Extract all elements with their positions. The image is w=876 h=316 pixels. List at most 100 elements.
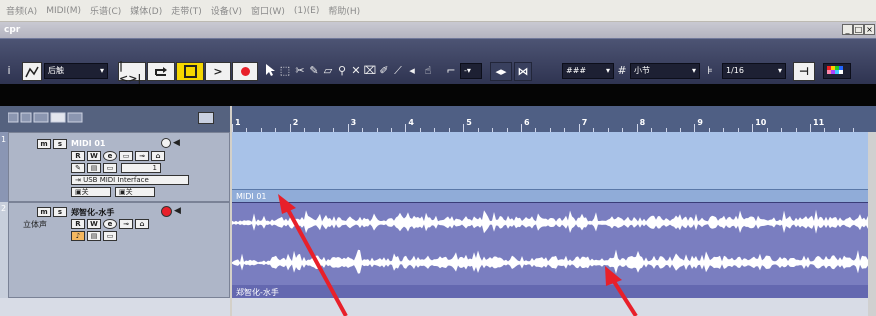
track-1-device-icon[interactable]: ▭ bbox=[103, 163, 117, 173]
menu-media[interactable]: 媒体(D) bbox=[130, 4, 162, 17]
track-2-lock-icon[interactable]: ♪ bbox=[71, 231, 85, 241]
waveform-channel bbox=[232, 209, 868, 234]
close-button[interactable]: × bbox=[864, 24, 875, 35]
split-icon[interactable]: ✂ bbox=[293, 63, 307, 79]
menu-bar: 音频(A) MIDI(M) 乐谱(C) 媒体(D) 走带(T) 设备(V) 窗口… bbox=[0, 0, 876, 22]
track-2-name[interactable]: 郑智化-水手 bbox=[71, 207, 114, 218]
audio-waveform bbox=[232, 209, 868, 274]
audio-part-label: 郑智化-水手 bbox=[236, 288, 279, 297]
track-1-pencil-icon[interactable]: ✎ bbox=[71, 163, 85, 173]
range-select-icon[interactable]: ⬚ bbox=[278, 63, 292, 79]
track-1-lane-icon[interactable]: ⊸ bbox=[135, 151, 149, 161]
window-title-bar: cpr _ □ × bbox=[0, 22, 876, 38]
snap-zero-icon[interactable]: ⋈ bbox=[514, 62, 532, 81]
nudge-select[interactable]: -▾ bbox=[460, 63, 482, 79]
track-2-record-enable-icon[interactable] bbox=[161, 206, 172, 217]
track-2-mute-button[interactable]: m bbox=[37, 207, 51, 217]
menu-transport[interactable]: 走带(T) bbox=[171, 4, 202, 17]
track-1-panel[interactable]: m s MIDI 01 ◀ R W e ▭ ⊸ ⌂ ✎ ▤ ▭ 1 ⇥ USB … bbox=[8, 132, 230, 202]
ruler-bar-label: 11 bbox=[813, 118, 825, 127]
track-1-channel-field[interactable]: 1 bbox=[121, 163, 161, 173]
mute-tool-icon[interactable]: ✕ bbox=[349, 63, 363, 79]
ruler-tick bbox=[405, 124, 407, 132]
ruler-tick bbox=[694, 124, 696, 132]
automation-icon[interactable] bbox=[22, 62, 42, 81]
track-2-edit-icon[interactable]: e bbox=[103, 219, 117, 229]
step-icon[interactable]: ⌐ bbox=[444, 63, 458, 79]
ruler-tick bbox=[232, 124, 233, 132]
erase-icon[interactable]: ▱ bbox=[321, 63, 335, 79]
info-icon[interactable]: i bbox=[2, 63, 16, 79]
track-2-solo-button[interactable]: s bbox=[53, 207, 67, 217]
track-2-device-icon[interactable]: ▭ bbox=[103, 231, 117, 241]
ruler-bar-label: 3 bbox=[350, 118, 357, 127]
cycle-icon[interactable] bbox=[147, 62, 175, 81]
menu-help[interactable]: 帮助(H) bbox=[328, 4, 360, 17]
go-to-start-button[interactable]: |<>| bbox=[118, 59, 146, 85]
track-filter-icons[interactable] bbox=[7, 112, 88, 124]
track-1-record-enable-icon[interactable] bbox=[161, 138, 171, 148]
ruler-tick bbox=[463, 124, 465, 132]
menu-extra[interactable]: (1)(E) bbox=[294, 6, 319, 16]
color-select[interactable] bbox=[823, 63, 851, 79]
track-1-read-icon[interactable]: R bbox=[71, 151, 85, 161]
snap-icon[interactable]: ◂▸ bbox=[490, 62, 512, 81]
line-icon[interactable]: ⟋ bbox=[391, 63, 405, 79]
ruler-tick bbox=[752, 124, 754, 132]
empty-event-area[interactable] bbox=[232, 298, 876, 316]
track-2-folder-icon[interactable]: ▤ bbox=[87, 231, 101, 241]
hand-icon[interactable]: ☝ bbox=[421, 63, 435, 79]
track-1-inserts-icon[interactable]: ⌂ bbox=[151, 151, 165, 161]
track-list-toggle-icon[interactable] bbox=[198, 112, 214, 124]
track-1-write-icon[interactable]: W bbox=[87, 151, 101, 161]
event-display[interactable]: MIDI 01 郑智化-水手 bbox=[232, 132, 876, 316]
audio-part[interactable]: 郑智化-水手 bbox=[232, 202, 868, 299]
track-1-solo-button[interactable]: s bbox=[53, 139, 67, 149]
track-1-output-select[interactable]: ⇥ USB MIDI Interface bbox=[71, 175, 189, 185]
record-button[interactable] bbox=[232, 62, 258, 81]
track-list: 1 m s MIDI 01 ◀ R W e ▭ ⊸ ⌂ ✎ ▤ ▭ 1 ⇥ US… bbox=[0, 132, 230, 316]
track-1-drum-map-icon[interactable]: ▭ bbox=[119, 151, 133, 161]
glue-icon[interactable]: ✎ bbox=[307, 63, 321, 79]
track-1-name[interactable]: MIDI 01 bbox=[71, 139, 105, 148]
track-2-monitor-icon[interactable]: ◀ bbox=[174, 206, 181, 216]
zoom-icon[interactable]: ⚲ bbox=[335, 63, 349, 79]
menu-score[interactable]: 乐谱(C) bbox=[90, 4, 121, 17]
midi-part[interactable]: MIDI 01 bbox=[232, 132, 868, 203]
ruler-bar-label: 6 bbox=[524, 118, 530, 127]
track-2-lane-icon[interactable]: ⊸ bbox=[119, 219, 133, 229]
track-1-insert-a-select[interactable]: ▣关 bbox=[71, 187, 111, 197]
menu-audio[interactable]: 音频(A) bbox=[6, 4, 37, 17]
track-1-mute-button[interactable]: m bbox=[37, 139, 51, 149]
ruler-tick bbox=[636, 124, 638, 132]
stop-button[interactable] bbox=[176, 62, 204, 81]
track-1-insert-b-select[interactable]: ▣关 bbox=[115, 187, 155, 197]
draw-icon[interactable]: ✐ bbox=[377, 63, 391, 79]
track-1-monitor-icon[interactable]: ◀ bbox=[173, 138, 180, 148]
midi-part-label: MIDI 01 bbox=[236, 192, 267, 201]
track-2-write-icon[interactable]: W bbox=[87, 219, 101, 229]
play-button[interactable]: > bbox=[205, 62, 231, 81]
timeline-ruler[interactable]: 1 2 3 4 5 6 7 8 9 10 11 bbox=[232, 106, 876, 132]
restore-button[interactable]: □ bbox=[853, 24, 864, 35]
track-1-folder-icon[interactable]: ▤ bbox=[87, 163, 101, 173]
menu-window[interactable]: 窗口(W) bbox=[251, 4, 285, 17]
track-2-read-icon[interactable]: R bbox=[71, 219, 85, 229]
quantize-select[interactable]: 1/16 ▾ bbox=[722, 63, 786, 79]
ruler-bar-label: 10 bbox=[755, 118, 767, 127]
ruler-tick bbox=[289, 124, 291, 132]
automation-mode-select[interactable]: 后触 ▾ bbox=[44, 63, 108, 79]
timewarp-icon[interactable]: ⌧ bbox=[363, 63, 377, 79]
menu-midi[interactable]: MIDI(M) bbox=[46, 6, 81, 16]
grid-type-select[interactable]: 小节 ▾ bbox=[630, 63, 700, 79]
quantize-settings-icon[interactable]: ⊣ bbox=[793, 62, 815, 81]
minimize-button[interactable]: _ bbox=[842, 24, 853, 35]
track-2-inserts-icon[interactable]: ⌂ bbox=[135, 219, 149, 229]
scrub-icon[interactable]: ◂ bbox=[405, 63, 419, 79]
menu-devices[interactable]: 设备(V) bbox=[211, 4, 242, 17]
vertical-scrollbar[interactable] bbox=[868, 132, 876, 316]
object-select-icon[interactable] bbox=[263, 63, 277, 79]
track-2-panel[interactable]: m s 郑智化-水手 ◀ 立体声 R W e ⊸ ⌂ ♪ ▤ ▭ bbox=[8, 202, 230, 298]
track-1-edit-icon[interactable]: e bbox=[103, 151, 117, 161]
snap-type-select[interactable]: ### ▾ bbox=[562, 63, 614, 79]
